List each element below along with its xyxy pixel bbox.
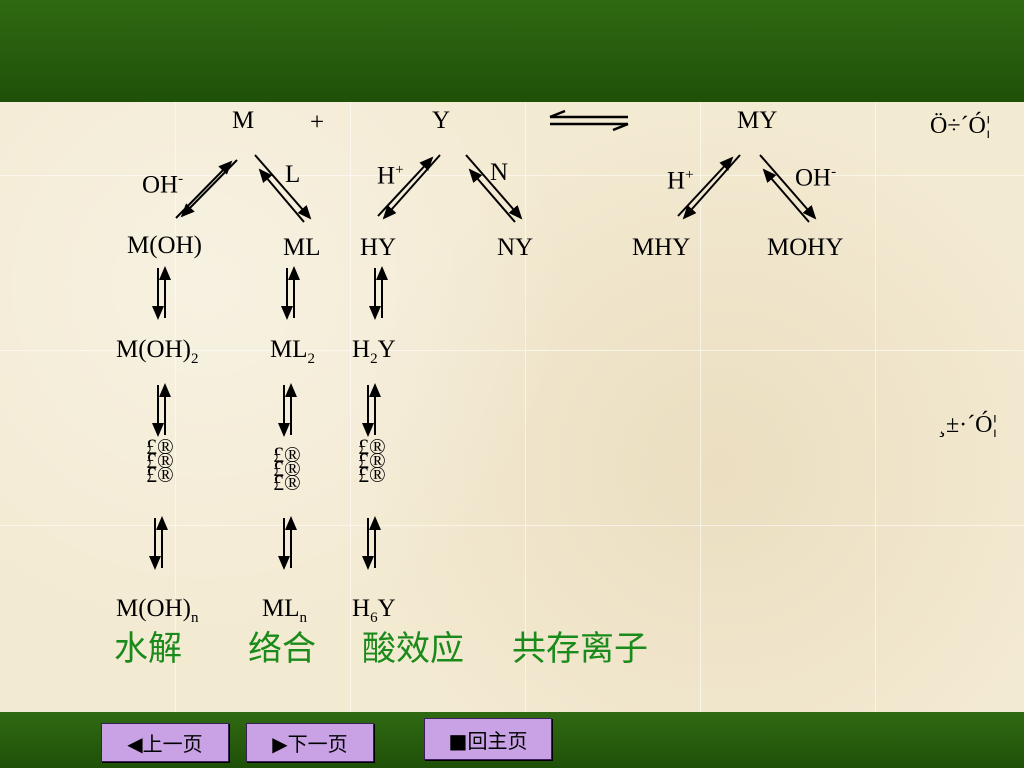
species-my: MY [737, 107, 778, 134]
species-m: M [232, 107, 255, 134]
species-ny: NY [497, 234, 534, 261]
reagent-l: L [285, 161, 301, 188]
prev-page-button[interactable]: ◀上一页 [101, 723, 229, 762]
ellipsis-col2: £® £® £® [273, 442, 301, 495]
species-mln: MLn [262, 595, 307, 626]
species-moh2: M(OH)2 [116, 336, 199, 367]
reagent-oh-1: OH- [142, 171, 184, 199]
species-y: Y [432, 107, 451, 134]
main-reaction-label: Ö÷´Ó¦ [930, 113, 991, 139]
side-reaction-label: ¸±·´Ó¦ [938, 412, 998, 438]
category-hydrolysis: 水解 [114, 629, 182, 669]
species-hy: HY [360, 234, 397, 261]
species-mohy: MOHY [767, 234, 844, 261]
reagent-h-1: H+ [377, 162, 404, 190]
reagent-n: N [490, 159, 509, 186]
category-complexation: 络合 [248, 629, 316, 669]
ellipsis-col3: £® £® £® [358, 434, 386, 487]
reagent-h-2: H+ [667, 167, 694, 195]
next-page-button[interactable]: ▶下一页 [246, 723, 374, 762]
species-ml: ML [283, 234, 321, 261]
category-coexisting-ion: 共存离子 [512, 629, 648, 669]
species-mohn: M(OH)n [116, 595, 199, 626]
plus-sign: + [310, 109, 325, 136]
category-acid-effect: 酸效应 [362, 629, 464, 669]
species-mhy: MHY [632, 234, 691, 261]
home-page-button[interactable]: ■回主页 [424, 718, 552, 760]
species-ml2: ML2 [270, 336, 315, 367]
ellipsis-col1: £® £® £® [146, 434, 174, 487]
species-h2y: H2Y [352, 336, 396, 367]
main-equilibrium-arrow [549, 109, 629, 132]
species-moh: M(OH) [127, 232, 202, 259]
reagent-oh-2: OH- [795, 164, 837, 192]
species-h6y: H6Y [352, 595, 396, 626]
